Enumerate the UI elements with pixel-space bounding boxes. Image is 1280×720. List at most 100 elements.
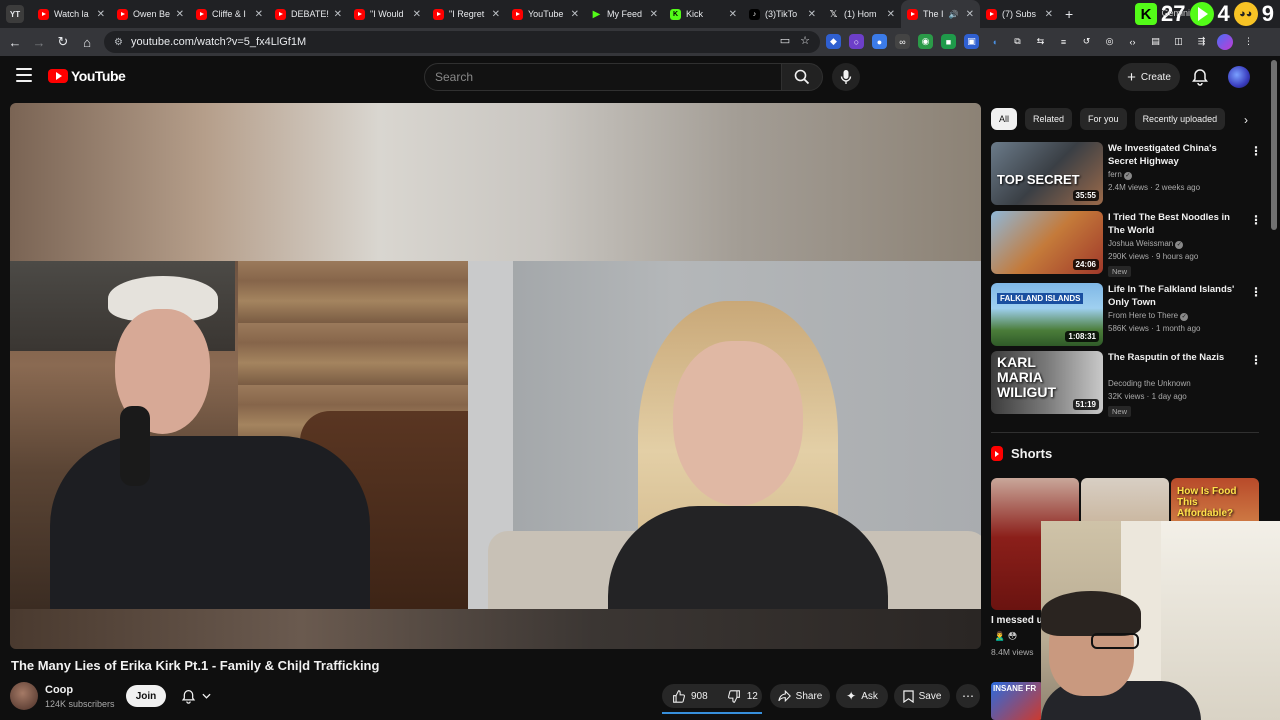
more-options-icon[interactable]: ⋮ <box>1250 285 1262 299</box>
subscription-notifications-button[interactable] <box>173 685 219 707</box>
search-button[interactable] <box>781 63 823 91</box>
short-title[interactable]: I messed u <box>991 615 1043 626</box>
recommendation-title[interactable]: The Rasputin of the Nazis <box>1108 351 1246 364</box>
close-tab-icon[interactable]: ✕ <box>650 9 658 20</box>
site-info-icon[interactable]: ⚙ <box>114 37 123 48</box>
browser-menu-icon[interactable]: ⋮ <box>1241 34 1256 49</box>
browser-profile-avatar[interactable] <box>1217 34 1233 50</box>
extension-audio-icon[interactable]: ◖ <box>987 34 1002 49</box>
ask-button[interactable]: ✦ Ask <box>836 684 888 708</box>
browser-tab[interactable]: 𝕏 (1) Hom ✕ <box>822 0 901 28</box>
close-tab-icon[interactable]: ✕ <box>176 9 184 20</box>
filter-chip[interactable]: For you <box>1080 108 1127 130</box>
close-tab-icon[interactable]: ✕ <box>571 9 579 20</box>
recommendation-channel[interactable]: fern ✓ <box>1108 170 1132 180</box>
recommendation-channel[interactable]: Decoding the Unknown <box>1108 379 1191 388</box>
next-short-thumbnail[interactable]: INSANE FR <box>991 682 1043 720</box>
close-tab-icon[interactable]: ✕ <box>966 9 974 20</box>
reader-icon[interactable]: ▤ <box>1148 34 1163 49</box>
dislike-button[interactable]: 12 <box>718 684 768 708</box>
browser-tab[interactable]: "I Regret ✕ <box>427 0 506 28</box>
forward-icon[interactable]: → <box>27 30 51 54</box>
browser-tab[interactable]: Owen Be ✕ <box>111 0 190 28</box>
notifications-bell-icon[interactable] <box>1191 68 1209 86</box>
page-scrollbar[interactable] <box>1271 60 1277 230</box>
recommendation-channel[interactable]: Joshua Weissman ✓ <box>1108 239 1184 249</box>
recommendation-card[interactable]: KARL MARIA WILIGUT 51:19 The Rasputin of t… <box>991 351 1266 417</box>
extension-glasses-icon[interactable]: ∞ <box>895 34 910 49</box>
back-icon[interactable]: ← <box>3 30 27 54</box>
extension-ring-icon[interactable]: ○ <box>849 34 864 49</box>
close-tab-icon[interactable]: ✕ <box>334 9 342 20</box>
channel-name[interactable]: Coop <box>45 684 73 696</box>
recommendation-title[interactable]: Life In The Falkland Islands' Only Town <box>1108 283 1246 309</box>
recommendation-card[interactable]: 24:06 I Tried The Best Noodles in The Wor… <box>991 211 1266 277</box>
filter-chip[interactable]: Recently uploaded <box>1134 108 1226 130</box>
video-thumbnail[interactable]: FALKLAND ISLANDS 1:08:31 <box>991 283 1103 346</box>
extension-puzzle-green-icon[interactable]: ◉ <box>918 34 933 49</box>
tab-groups-icon[interactable]: ⇶ <box>1194 34 1209 49</box>
share-button[interactable]: Share <box>770 684 830 708</box>
browser-tab[interactable]: DEBATE! ✕ <box>269 0 348 28</box>
new-tab-button[interactable]: + <box>1065 6 1073 22</box>
close-tab-icon[interactable]: ✕ <box>729 9 737 20</box>
filter-chip[interactable]: All <box>991 108 1018 130</box>
voice-search-button[interactable] <box>832 63 860 91</box>
history-icon[interactable]: ↺ <box>1079 34 1094 49</box>
menu-icon[interactable] <box>16 68 32 82</box>
filter-chip[interactable]: Related <box>1025 108 1073 130</box>
search-input[interactable]: Search <box>424 63 782 91</box>
more-options-icon[interactable]: ⋮ <box>1250 353 1262 367</box>
video-player[interactable] <box>10 103 981 649</box>
reload-icon[interactable]: ↻ <box>51 30 75 54</box>
chevron-right-icon[interactable]: › <box>1236 110 1256 130</box>
close-tab-icon[interactable]: ✕ <box>492 9 500 20</box>
video-thumbnail[interactable]: KARL MARIA WILIGUT 51:19 <box>991 351 1103 414</box>
browser-tab[interactable]: ▶ My Feed ✕ <box>585 0 664 28</box>
video-thumbnail[interactable]: 24:06 <box>991 211 1103 274</box>
recommendation-channel[interactable]: From Here to There ✓ <box>1108 311 1189 321</box>
close-tab-icon[interactable]: ✕ <box>413 9 421 20</box>
browser-tab[interactable]: Cliffe & I ✕ <box>190 0 269 28</box>
close-tab-icon[interactable]: ✕ <box>97 9 105 20</box>
recommendation-card[interactable]: FALKLAND ISLANDS 1:08:31 Life In The Falkl… <box>991 283 1266 347</box>
browser-tab[interactable]: Watch la ✕ <box>32 0 111 28</box>
youtube-logo[interactable]: YouTube <box>48 68 126 84</box>
browser-tab[interactable]: ♪ (3)TikTo ✕ <box>743 0 822 28</box>
devtools-icon[interactable]: ‹› <box>1125 34 1140 49</box>
more-options-icon[interactable]: ⋮ <box>1250 144 1262 158</box>
close-tab-icon[interactable]: ✕ <box>255 9 263 20</box>
recommendation-title[interactable]: We Investigated China's Secret Highway <box>1108 142 1246 168</box>
bookmark-star-icon[interactable]: ☆ <box>800 34 810 47</box>
browser-tab[interactable]: "I Would ✕ <box>348 0 427 28</box>
browser-tab[interactable]: The I 🔊 ✕ <box>901 0 980 28</box>
account-avatar[interactable] <box>1228 66 1250 88</box>
more-actions-icon[interactable]: ⋯ <box>956 684 980 708</box>
close-tab-icon[interactable]: ✕ <box>1045 9 1053 20</box>
save-button[interactable]: Save <box>894 684 950 708</box>
browser-tab[interactable]: (7) Subs ✕ <box>980 0 1059 28</box>
extensions-puzzle-icon[interactable]: ⧉ <box>1010 34 1025 49</box>
tab-audio-icon[interactable]: 🔊 <box>949 10 959 19</box>
extension-shield-icon[interactable]: ◆ <box>826 34 841 49</box>
extension-translate-icon[interactable]: ⇆ <box>1033 34 1048 49</box>
browser-tab[interactable]: K Kick ✕ <box>664 0 743 28</box>
join-button[interactable]: Join <box>126 685 166 707</box>
video-thumbnail[interactable]: TOP SECRET 35:55 <box>991 142 1103 205</box>
extension-window-icon[interactable]: ▣ <box>964 34 979 49</box>
more-options-icon[interactable]: ⋮ <box>1250 213 1262 227</box>
home-icon[interactable]: ⌂ <box>75 30 99 54</box>
close-tab-icon[interactable]: ✕ <box>887 9 895 20</box>
tab-search-button[interactable]: YT <box>6 5 24 23</box>
cast-icon[interactable]: ▭ <box>780 34 790 47</box>
extension-dot-icon[interactable]: ● <box>872 34 887 49</box>
channel-avatar[interactable] <box>10 682 38 710</box>
recommendation-title[interactable]: I Tried The Best Noodles in The World <box>1108 211 1246 237</box>
like-button[interactable]: 908 <box>662 684 718 708</box>
extension-square-icon[interactable]: ■ <box>941 34 956 49</box>
media-icon[interactable]: ◎ <box>1102 34 1117 49</box>
address-bar[interactable]: ⚙ youtube.com/watch?v=5_fx4LlGf1M ▭ ☆ <box>104 31 820 53</box>
create-button[interactable]: + Create <box>1118 63 1180 91</box>
close-tab-icon[interactable]: ✕ <box>808 9 816 20</box>
extension-tune-icon[interactable]: ≡ <box>1056 34 1071 49</box>
